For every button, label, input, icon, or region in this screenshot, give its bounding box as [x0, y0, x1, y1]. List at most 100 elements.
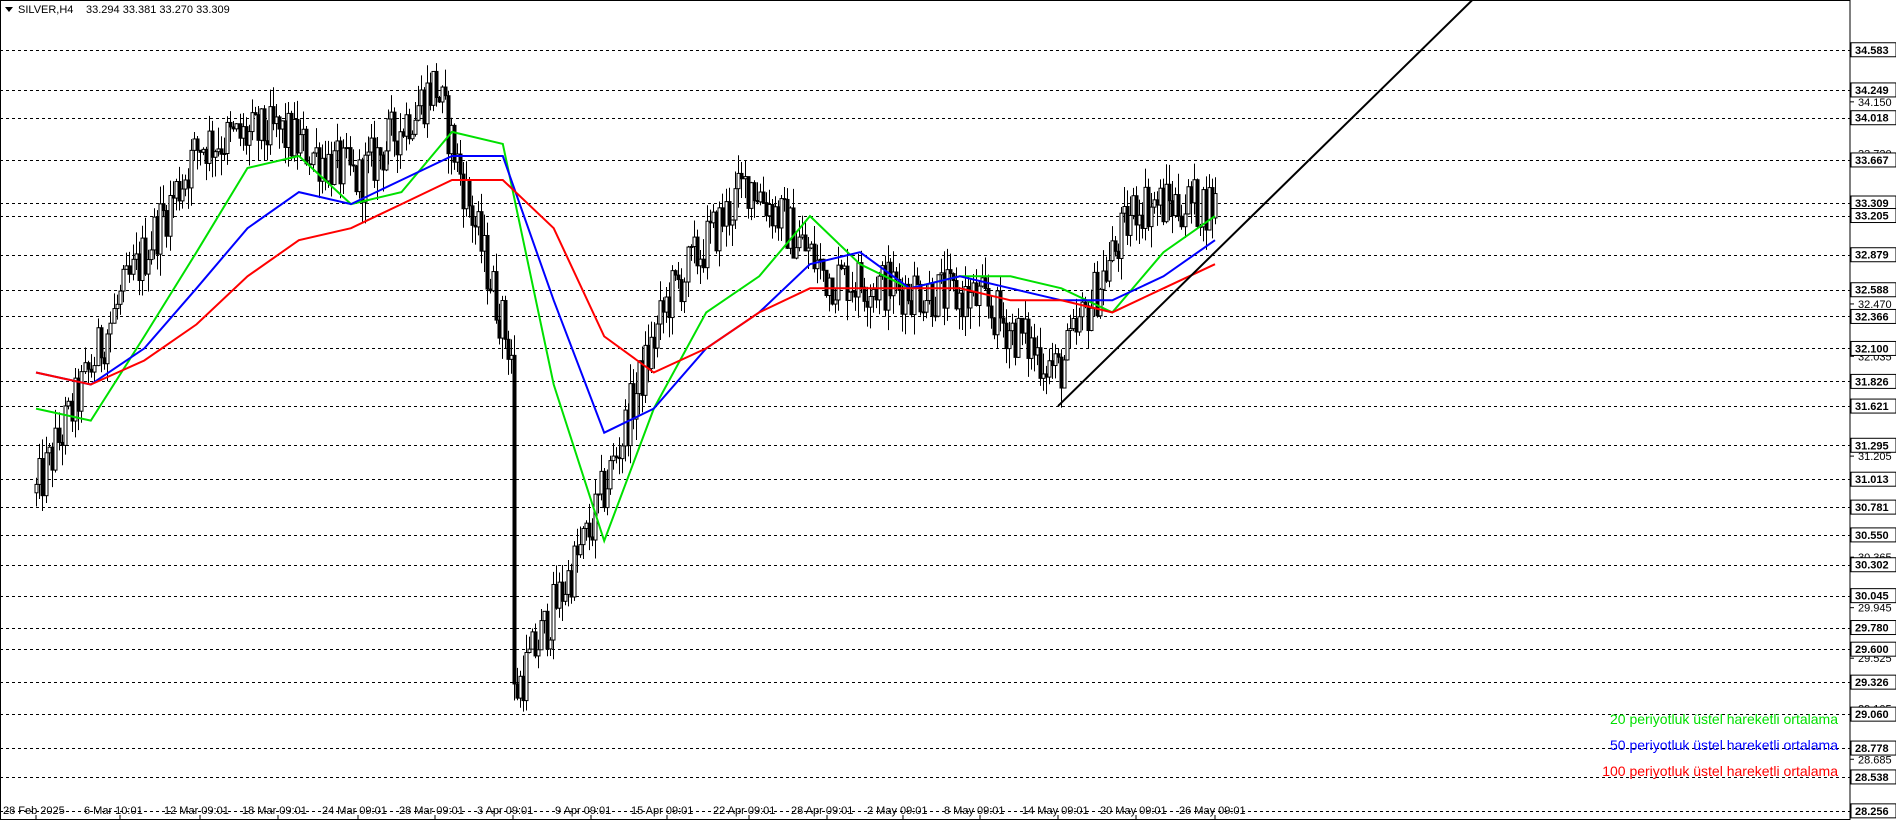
time-tick-label: 8 May 09:01	[944, 805, 1005, 817]
candle-body	[1089, 307, 1094, 332]
ohlc-values: 33.294 33.381 33.270 33.309	[86, 4, 230, 16]
chevron-down-icon[interactable]	[5, 7, 13, 12]
candle-body	[862, 286, 867, 302]
svg-text:32.879: 32.879	[1855, 250, 1889, 262]
candle-body	[986, 287, 991, 307]
candle-body	[752, 182, 757, 202]
candle-body	[63, 405, 68, 446]
candle-body	[434, 70, 439, 99]
price-level-label: 34.249	[1850, 82, 1896, 98]
candle-body	[99, 327, 104, 359]
candle-body	[44, 452, 49, 497]
candle-body	[948, 269, 953, 275]
candle-body	[1176, 194, 1181, 217]
time-tick-label: 14 May 09:01	[1022, 805, 1089, 817]
candle-body	[587, 522, 592, 538]
price-level-label: 28.778	[1850, 740, 1896, 756]
time-tick-label: 24 Mar 09:01	[322, 805, 387, 817]
legend-item: 100 periyotluk üstel hareketli ortalama	[1602, 763, 1838, 779]
candle-body	[57, 427, 62, 443]
candle-body	[386, 118, 391, 152]
candle-body	[247, 131, 252, 146]
candle-body	[536, 649, 541, 657]
candle-body	[733, 188, 738, 221]
time-tick-label: 3 Apr 09:01	[477, 805, 533, 817]
candle-body	[378, 147, 383, 156]
candle-body	[86, 362, 91, 370]
candle-body	[1119, 212, 1124, 259]
candle-body	[1065, 330, 1070, 361]
axis-tick-label: 34.150	[1858, 97, 1892, 109]
svg-text:29.780: 29.780	[1855, 623, 1889, 635]
candle-body	[673, 270, 678, 276]
candle-body	[416, 105, 421, 121]
candle-body	[1098, 288, 1103, 317]
candle-body	[467, 179, 472, 207]
candle-body	[108, 322, 113, 335]
candle-body	[213, 151, 218, 158]
price-level-label: 30.045	[1850, 588, 1896, 604]
candle-body	[581, 527, 586, 546]
candle-body	[413, 119, 418, 135]
candle-body	[53, 427, 58, 471]
candle-body	[1195, 179, 1200, 227]
symbol-label: SILVER,H4	[18, 4, 73, 16]
time-tick-label: 15 Apr 09:01	[631, 805, 693, 817]
candle-body	[1077, 316, 1082, 333]
price-level-label: 34.583	[1850, 42, 1896, 58]
time-tick-label: 18 Mar 09:01	[242, 805, 307, 817]
price-chart[interactable]: 34.15033.72032.47032.03531.20530.36529.9…	[0, 0, 1896, 820]
candle-body	[670, 270, 675, 319]
candle-body	[311, 152, 316, 166]
svg-text:29.600: 29.600	[1855, 644, 1889, 656]
candle-body	[494, 271, 499, 321]
candle-body	[470, 205, 475, 226]
candle-body	[392, 111, 397, 142]
candle-body	[127, 265, 132, 275]
svg-text:31.621: 31.621	[1855, 401, 1889, 413]
candle-body	[158, 203, 163, 255]
candle-body	[458, 153, 463, 175]
price-level-label: 30.302	[1850, 557, 1896, 573]
candle-body	[168, 194, 173, 237]
candle-body	[605, 488, 610, 509]
candle-body	[115, 303, 120, 310]
candle-body	[548, 639, 553, 650]
svg-text:33.667: 33.667	[1855, 155, 1889, 167]
candle-body	[118, 290, 123, 305]
candle-body	[228, 121, 233, 128]
price-level-label: 31.295	[1850, 437, 1896, 453]
candle-body	[1107, 260, 1112, 282]
candle-body	[1007, 330, 1012, 350]
candle-body	[34, 483, 39, 494]
svg-text:29.326: 29.326	[1855, 677, 1889, 689]
svg-text:30.550: 30.550	[1855, 530, 1889, 542]
legend-item: 20 periyotluk üstel hareketli ortalama	[1610, 711, 1838, 727]
candle-body	[164, 210, 169, 237]
ema-line[interactable]	[35, 155, 1216, 435]
time-tick-label: 12 Mar 09:01	[164, 805, 229, 817]
candle-body	[503, 300, 508, 340]
candle-body	[836, 264, 841, 301]
price-level-label: 28.538	[1850, 769, 1896, 785]
candle-body	[524, 652, 529, 702]
candle-body	[998, 290, 1003, 319]
candle-body	[180, 188, 185, 202]
candle-body	[720, 207, 725, 227]
candle-body	[686, 246, 691, 283]
price-level-label: 34.018	[1850, 110, 1896, 126]
candle-body	[363, 154, 368, 203]
candle-body	[66, 400, 71, 407]
candle-body	[1179, 215, 1184, 228]
candle-body	[676, 274, 681, 281]
candle-body	[989, 305, 994, 319]
time-tick-label: 20 May 09:01	[1100, 805, 1167, 817]
svg-text:28.256: 28.256	[1855, 806, 1889, 818]
chart-window: 34.15033.72032.47032.03531.20530.36529.9…	[0, 0, 1896, 820]
candle-body	[1149, 206, 1154, 228]
candle-body	[189, 149, 194, 189]
axis-tick-label: 29.945	[1858, 603, 1892, 615]
candle-body	[195, 138, 200, 151]
price-level-label: 31.621	[1850, 398, 1896, 414]
candle-body	[915, 275, 920, 285]
